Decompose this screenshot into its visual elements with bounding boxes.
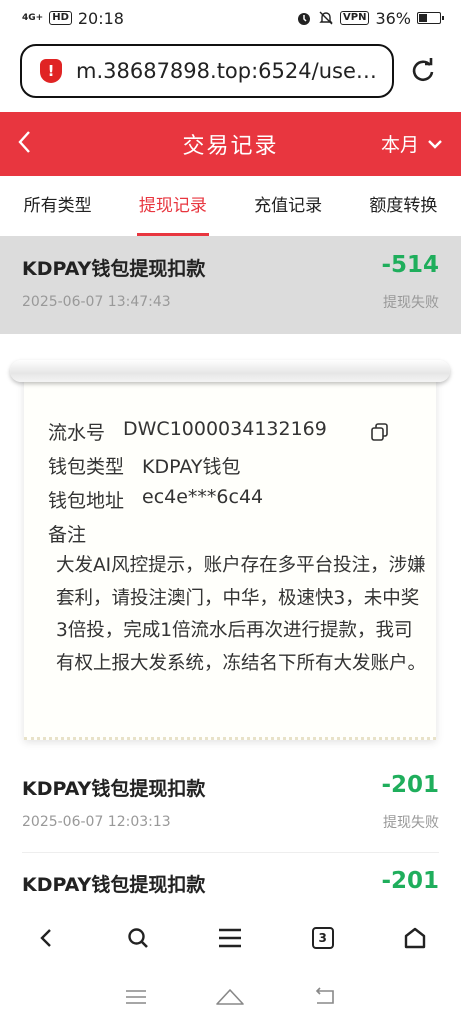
wallet-address-value: ec4e***6c44 xyxy=(142,486,264,508)
serial-number-label: 流水号 xyxy=(48,422,106,444)
period-label: 本月 xyxy=(380,134,419,156)
url-text[interactable]: m.38687898.top:6524/use… xyxy=(76,59,376,83)
browser-toolbar: 3 xyxy=(0,910,461,966)
tabs-count-icon: 3 xyxy=(311,927,334,949)
serial-number-row: 流水号 DWC1000034132169 xyxy=(48,418,327,445)
remark-row: 备注 xyxy=(48,520,86,547)
signal-indicator: 4G+ xyxy=(22,12,44,23)
wallet-type-row: 钱包类型 KDPAY钱包 xyxy=(48,452,240,479)
wallet-type-value: KDPAY钱包 xyxy=(142,456,241,478)
home-icon xyxy=(404,927,426,949)
address-bar[interactable]: ! m.38687898.top:6524/use… xyxy=(20,44,394,98)
hd-icon: HD xyxy=(49,11,72,25)
back-button[interactable] xyxy=(16,128,46,160)
record-name: KDPAY钱包提现扣款 xyxy=(22,258,206,280)
wallet-type-label: 钱包类型 xyxy=(48,456,125,478)
record-time: 2025-06-07 12:03:13 xyxy=(22,814,171,830)
battery-icon xyxy=(417,12,444,24)
record-amount: -201 xyxy=(381,868,439,894)
remark-text: 大发AI风控提示，账户存在多平台投注，涉嫌套利，请投注澳门，中华，极速快3，未中… xyxy=(56,555,427,674)
record-amount: -514 xyxy=(381,252,439,278)
record-time: 2025-06-07 13:47:43 xyxy=(22,294,171,310)
remark-label: 备注 xyxy=(48,524,87,546)
system-nav-bar xyxy=(0,970,461,1024)
nav-home-button[interactable] xyxy=(395,918,435,958)
status-bar: 4G+ HD 20:18 VPN 36% xyxy=(0,0,461,36)
record-amount: -201 xyxy=(381,772,439,798)
mute-icon xyxy=(319,11,333,25)
system-back-icon[interactable] xyxy=(313,987,337,1007)
search-icon xyxy=(128,928,149,948)
wallet-address-label: 钱包地址 xyxy=(48,490,125,512)
detail-paper: 流水号 DWC1000034132169 钱包类型 KDPAY钱包 钱包地址 e… xyxy=(24,374,436,740)
period-selector[interactable]: 本月 xyxy=(381,130,443,157)
page-title: 交易记录 xyxy=(182,134,279,159)
record-status: 提现失败 xyxy=(383,295,439,311)
nav-back-button[interactable] xyxy=(26,918,66,958)
record-item[interactable]: KDPAY钱包提现扣款 -201 2025-06-07 12:03:13 提现失… xyxy=(0,756,461,854)
copy-icon[interactable] xyxy=(370,422,390,442)
scroll-roller xyxy=(10,360,450,382)
record-name: KDPAY钱包提现扣款 xyxy=(22,874,206,896)
nav-tabs-button[interactable]: 3 xyxy=(303,918,343,958)
menu-icon xyxy=(219,928,242,948)
tabs-count: 3 xyxy=(318,931,327,945)
nav-search-button[interactable] xyxy=(118,918,158,958)
tab-withdraw-records[interactable]: 提现记录 xyxy=(115,176,230,236)
tab-deposit-records[interactable]: 充值记录 xyxy=(231,176,346,236)
alarm-icon xyxy=(298,13,310,25)
page-header: 交易记录 本月 xyxy=(0,112,461,176)
record-item[interactable]: KDPAY钱包提现扣款 -514 2025-06-07 13:47:43 提现失… xyxy=(0,236,461,334)
reload-icon[interactable] xyxy=(408,56,438,86)
nav-menu-button[interactable] xyxy=(210,918,250,958)
clock: 20:18 xyxy=(77,8,124,28)
serial-number-value: DWC1000034132169 xyxy=(123,418,327,440)
record-status: 提现失败 xyxy=(383,815,439,831)
chevron-left-icon xyxy=(40,929,51,947)
battery-percent: 36% xyxy=(375,8,411,28)
record-name: KDPAY钱包提现扣款 xyxy=(22,778,206,800)
security-warning-icon[interactable]: ! xyxy=(40,59,62,83)
tab-all-types[interactable]: 所有类型 xyxy=(0,176,115,236)
wallet-address-row: 钱包地址 ec4e***6c44 xyxy=(48,486,263,513)
vpn-icon: VPN xyxy=(340,11,370,25)
tab-quota-transfer[interactable]: 额度转换 xyxy=(346,176,461,236)
chevron-left-icon xyxy=(18,131,30,153)
chevron-down-icon xyxy=(428,139,442,149)
recent-apps-icon[interactable] xyxy=(124,988,148,1006)
record-detail-panel: 流水号 DWC1000034132169 钱包类型 KDPAY钱包 钱包地址 e… xyxy=(10,360,450,750)
system-home-icon[interactable] xyxy=(215,987,245,1007)
tab-bar: 所有类型 提现记录 充值记录 额度转换 xyxy=(0,176,461,236)
record-item[interactable]: KDPAY钱包提现扣款 -201 xyxy=(0,852,461,910)
